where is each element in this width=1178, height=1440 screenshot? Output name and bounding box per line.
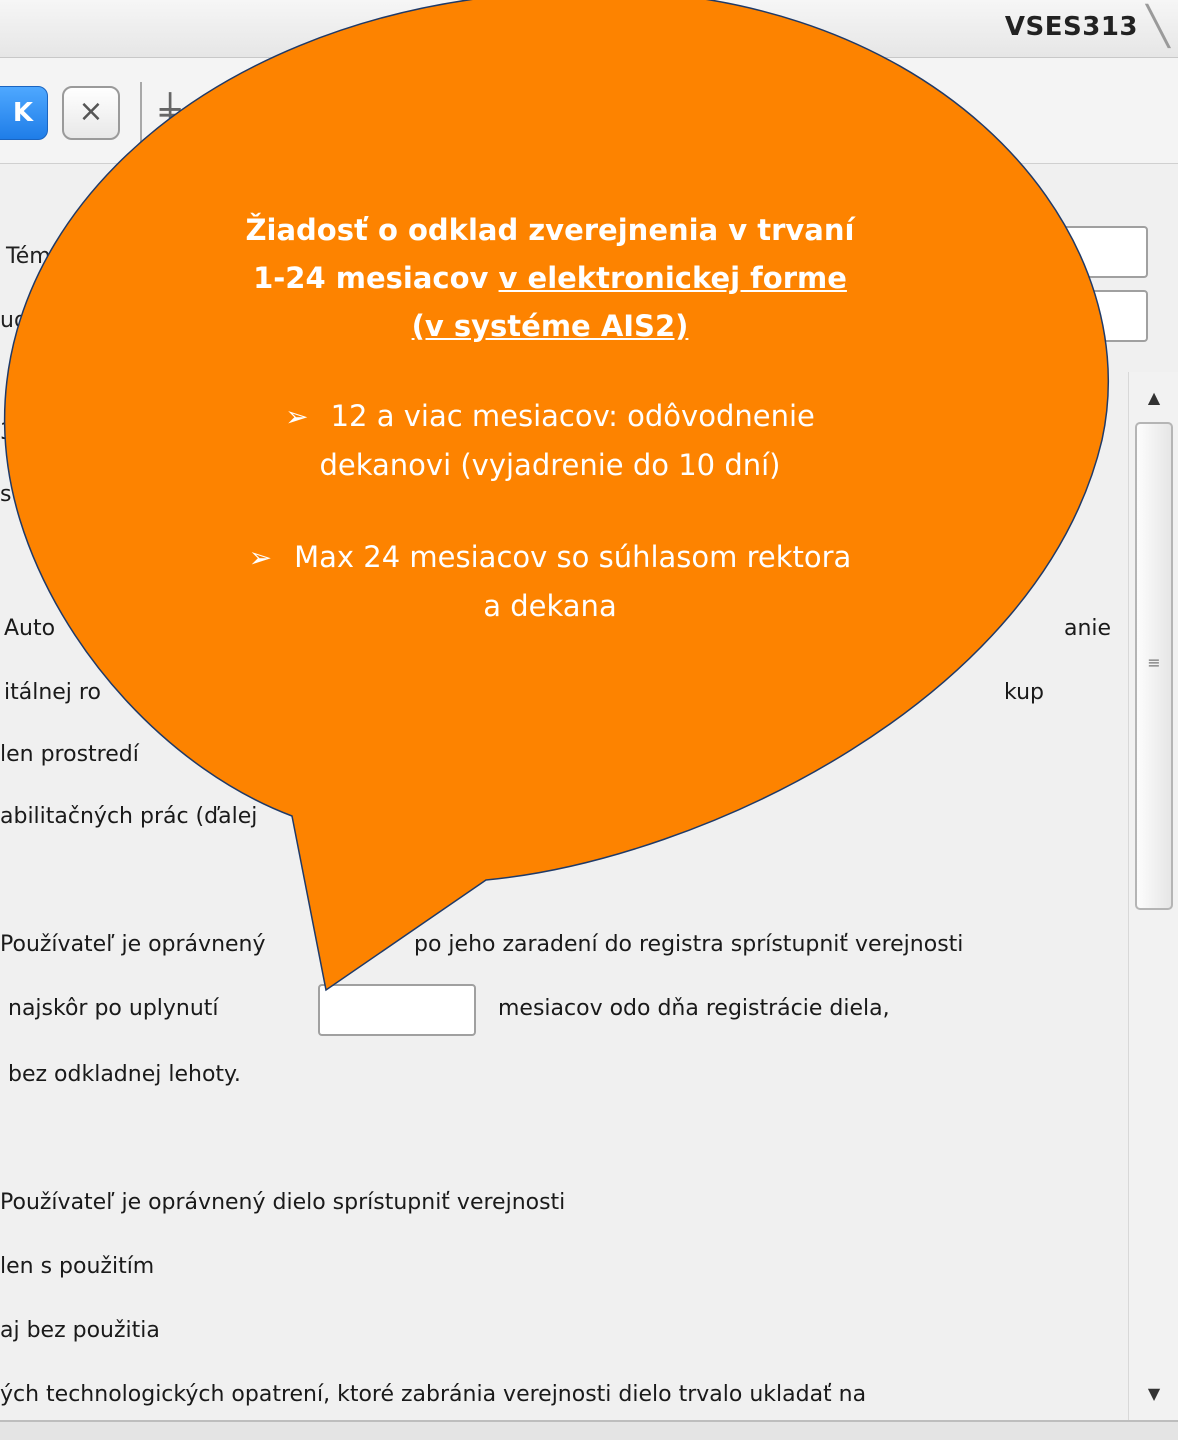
callout-bullet-2: ➢ Max 24 mesiacov so súhlasom rektora a d… <box>150 531 950 632</box>
without-delay-label: bez odkladnej lehoty. <box>8 1062 241 1087</box>
also-without-use-label: aj bez použitia <box>0 1318 160 1343</box>
table-icon[interactable]: ╪ <box>160 88 200 138</box>
callout-title-line2-underlined: v elektronickej forme <box>498 261 847 295</box>
callout-title-line2: 1-24 mesiacov v elektronickej forme <box>150 254 950 302</box>
months-from-registration-label: mesiacov odo dňa registrácie diela, <box>498 996 890 1021</box>
callout-text: Žiadosť o odklad zverejnenia v trvaní 1-… <box>150 206 950 632</box>
text-fragment-right: kup <box>1004 680 1044 705</box>
vertical-scrollbar[interactable]: ▲ ≡ ▼ <box>1128 372 1178 1420</box>
window-titlebar: VSES313 ╲ <box>0 0 1178 58</box>
bullet-1-line-2: dekanovi (vyjadrenie do 10 dní) <box>319 448 781 482</box>
student-label: ud <box>0 308 28 333</box>
section-number: 3 <box>0 420 14 445</box>
callout-bullet-1: ➢ 12 a viac mesiacov: odôvodnenie dekanov… <box>150 390 950 491</box>
text-fragment: s <box>0 482 12 507</box>
callout-title-line3: (v systéme AIS2) <box>411 309 689 343</box>
arrow-bullet-icon: ➢ <box>285 400 309 433</box>
scroll-thumb[interactable]: ≡ <box>1135 422 1173 910</box>
digital-text: itálnej ro <box>4 680 101 705</box>
user-entitled-public-text: Používateľ je oprávnený dielo sprístupni… <box>0 1190 566 1215</box>
status-bar <box>0 1420 1178 1440</box>
ok-button[interactable]: K <box>0 86 48 140</box>
scroll-down-icon[interactable]: ▼ <box>1129 1374 1178 1414</box>
earliest-after-label: najskôr po uplynutí <box>8 996 219 1021</box>
callout-title-line1: Žiadosť o odklad zverejnenia v trvaní <box>245 213 855 247</box>
cancel-button[interactable]: × <box>62 86 120 140</box>
tab-vses313[interactable]: VSES313 <box>1005 12 1138 42</box>
toolbar-divider <box>140 82 142 144</box>
bullet-1-line-1: 12 a viac mesiacov: odôvodnenie <box>330 399 815 433</box>
topic-label: Téma <box>6 244 65 269</box>
habilitation-text: abilitačných prác (ďalej <box>0 804 258 829</box>
bullet-2-line-2: a dekana <box>483 589 617 623</box>
text-fragment-right: anie <box>1064 616 1112 641</box>
toolbar: K × ╪ <box>0 58 1178 164</box>
user-entitled-text: Používateľ je oprávnený <box>0 932 266 957</box>
tab-close-icon[interactable]: ╲ <box>1142 6 1174 46</box>
callout-title: Žiadosť o odklad zverejnenia v trvaní 1-… <box>150 206 950 350</box>
user-entitled-rest: po jeho zaradení do registra sprístupniť… <box>414 932 964 957</box>
author-text: Auto <box>4 616 56 641</box>
close-icon: × <box>78 94 104 129</box>
arrow-bullet-icon: ➢ <box>248 541 273 574</box>
bullet-2-line-1: Max 24 mesiacov so súhlasom rektora <box>294 540 852 574</box>
scroll-up-icon[interactable]: ▲ <box>1129 378 1178 418</box>
grip-icon: ≡ <box>1147 653 1161 672</box>
months-input[interactable] <box>318 984 476 1036</box>
tech-measures-text: ých technologických opatrení, ktoré zabr… <box>0 1382 867 1407</box>
only-with-use-label: len s použitím <box>0 1254 155 1279</box>
only-via-text: len prostredí <box>0 742 139 767</box>
callout-title-line2-plain: 1-24 mesiacov <box>253 261 499 295</box>
